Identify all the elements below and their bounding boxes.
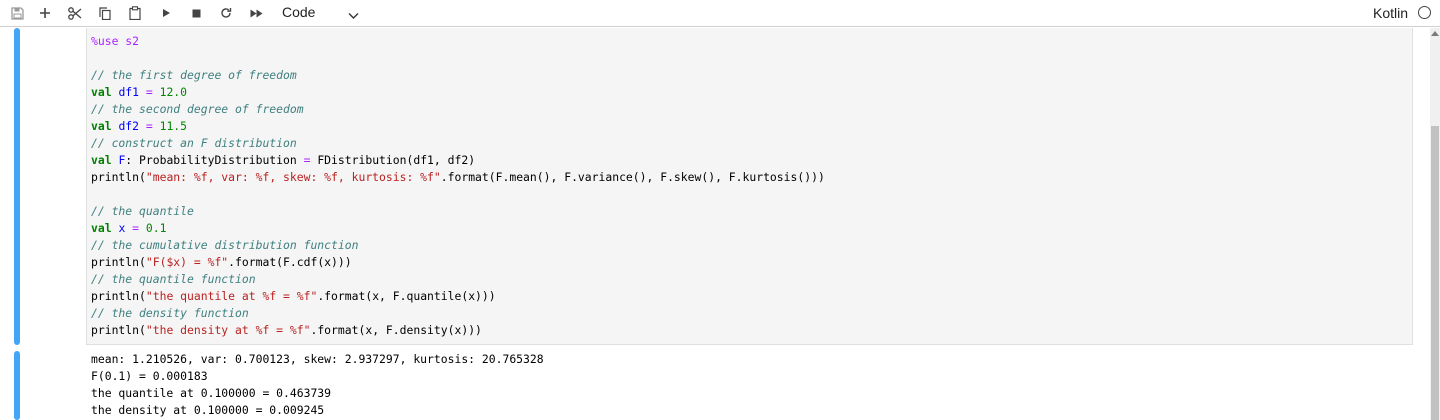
code-line: println("mean: %f, var: %f, skew: %f, ku… xyxy=(91,169,825,186)
code-line: val df2 = 11.5 xyxy=(91,118,825,135)
code-text: println( xyxy=(91,289,146,303)
string-literal: "the density at %f = %f" xyxy=(145,323,311,337)
number-literal: 11.5 xyxy=(159,119,188,133)
operator: = xyxy=(145,119,153,133)
string-literal: "F($x) = %f" xyxy=(145,255,229,269)
number-literal: 12.0 xyxy=(159,85,188,99)
scrollbar-thumb[interactable] xyxy=(1431,126,1439,420)
code-comment: // the quantile xyxy=(91,204,194,218)
keyword: val xyxy=(91,85,112,99)
code-text: FDistribution(df1, df2) xyxy=(310,153,476,167)
chevron-down-icon xyxy=(348,7,359,23)
code-line: println("F($x) = %f".format(F.cdf(x))) xyxy=(91,254,825,271)
cell-type-label: Code xyxy=(282,4,316,20)
operator: = xyxy=(132,221,140,235)
copy-icon[interactable] xyxy=(97,4,113,22)
run-icon[interactable] xyxy=(159,4,173,22)
keyword: val xyxy=(91,153,112,167)
code-line: val df1 = 12.0 xyxy=(91,84,825,101)
code-line: val x = 0.1 xyxy=(91,220,825,237)
kernel-status-icon xyxy=(1418,6,1431,19)
variable: df1 xyxy=(118,85,140,99)
output-collapser-bar[interactable] xyxy=(14,351,20,420)
operator: = xyxy=(145,85,153,99)
code-line: println("the quantile at %f = %f".format… xyxy=(91,288,825,305)
paste-icon[interactable] xyxy=(127,4,143,22)
code-comment: // the density function xyxy=(91,306,249,320)
code-line: println("the density at %f = %f".format(… xyxy=(91,322,825,339)
keyword: val xyxy=(91,119,112,133)
input-collapser-bar[interactable] xyxy=(14,28,20,345)
code-text: .format(x, F.quantile(x))) xyxy=(317,289,496,303)
cell-type-select[interactable]: Code xyxy=(282,3,362,23)
code-comment: // the first degree of freedom xyxy=(91,68,297,82)
fast-forward-icon[interactable] xyxy=(248,4,264,22)
number-literal: 0.1 xyxy=(145,221,167,235)
cell-output: mean: 1.210526, var: 0.700123, skew: 2.9… xyxy=(91,351,544,419)
code-text: .format(F.mean(), F.variance(), F.skew()… xyxy=(440,170,825,184)
magic-command: %use s2 xyxy=(91,34,140,48)
keyword: val xyxy=(91,221,112,235)
code-comment: // the second degree of freedom xyxy=(91,102,304,116)
string-literal: "mean: %f, var: %f, skew: %f, kurtosis: … xyxy=(145,170,441,184)
code-text: println( xyxy=(91,170,146,184)
code-line: %use s2 xyxy=(91,33,825,50)
notebook-panel: %use s2 // the first degree of freedom va… xyxy=(0,28,1428,420)
output-line: the density at 0.100000 = 0.009245 xyxy=(91,403,325,417)
save-icon[interactable] xyxy=(9,4,25,22)
code-text: println( xyxy=(91,255,146,269)
output-line: F(0.1) = 0.000183 xyxy=(91,369,208,383)
code-comment: // the quantile function xyxy=(91,272,256,286)
output-line: the quantile at 0.100000 = 0.463739 xyxy=(91,386,332,400)
type-annotation: : ProbabilityDistribution xyxy=(125,153,304,167)
code-content: %use s2 // the first degree of freedom va… xyxy=(91,33,825,339)
scroll-up-arrow-icon[interactable] xyxy=(1431,31,1439,36)
scissors-icon[interactable] xyxy=(67,4,83,22)
notebook-toolbar: Code Kotlin xyxy=(0,0,1440,27)
string-literal: "the quantile at %f = %f" xyxy=(145,289,318,303)
restart-icon[interactable] xyxy=(218,4,234,22)
code-comment: // the cumulative distribution function xyxy=(91,238,359,252)
output-line: mean: 1.210526, var: 0.700123, skew: 2.9… xyxy=(91,352,544,366)
code-text: .format(F.cdf(x))) xyxy=(228,255,352,269)
code-comment: // construct an F distribution xyxy=(91,136,297,150)
plus-icon[interactable] xyxy=(37,4,53,22)
variable: x xyxy=(118,221,126,235)
code-text: .format(x, F.density(x))) xyxy=(310,323,482,337)
code-text: println( xyxy=(91,323,146,337)
kernel-name[interactable]: Kotlin xyxy=(1373,5,1408,21)
variable: df2 xyxy=(118,119,140,133)
code-line: val F: ProbabilityDistribution = FDistri… xyxy=(91,152,825,169)
stop-icon[interactable] xyxy=(189,4,203,22)
